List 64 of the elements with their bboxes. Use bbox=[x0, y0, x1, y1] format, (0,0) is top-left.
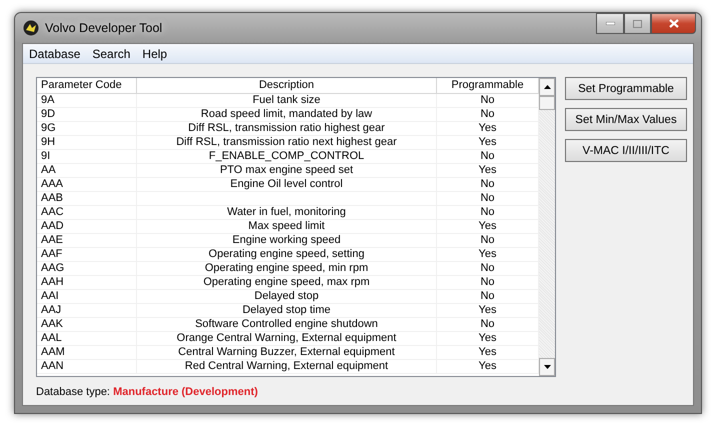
scroll-up-button[interactable] bbox=[539, 78, 555, 96]
table-cell: Delayed stop time bbox=[137, 304, 437, 317]
table-cell: AAA bbox=[37, 178, 137, 191]
table-cell: 9A bbox=[37, 94, 137, 107]
table-cell: AA bbox=[37, 164, 137, 177]
table-cell: Water in fuel, monitoring bbox=[137, 206, 437, 219]
table-cell: PTO max engine speed set bbox=[137, 164, 437, 177]
table-cell: AAJ bbox=[37, 304, 137, 317]
table-cell: Red Central Warning, External equipment bbox=[137, 360, 437, 373]
table-cell: 9D bbox=[37, 108, 137, 121]
table-cell: Fuel tank size bbox=[137, 94, 437, 107]
table-cell: AAH bbox=[37, 276, 137, 289]
table-cell: Delayed stop bbox=[137, 290, 437, 303]
table-cell: Operating engine speed, max rpm bbox=[137, 276, 437, 289]
table-cell: AAK bbox=[37, 318, 137, 331]
table-cell: F_ENABLE_COMP_CONTROL bbox=[137, 150, 437, 163]
table-cell: Diff RSL, transmission ratio next highest gear bbox=[137, 136, 437, 149]
minimize-icon bbox=[606, 22, 614, 25]
action-button[interactable]: Set Programmable bbox=[565, 77, 687, 100]
table-cell: AAE bbox=[37, 234, 137, 247]
table-cell: AAF bbox=[37, 248, 137, 261]
table-cell: Orange Central Warning, External equipment bbox=[137, 332, 437, 345]
table-cell: AAM bbox=[37, 346, 137, 359]
table-cell: 9I bbox=[37, 150, 137, 163]
action-button[interactable]: Set Min/Max Values bbox=[565, 108, 687, 131]
app-logo-icon bbox=[23, 20, 39, 36]
close-button[interactable] bbox=[651, 13, 696, 34]
down-arrow-icon[interactable] bbox=[544, 365, 550, 369]
maximize-button[interactable] bbox=[624, 13, 651, 34]
table-cell: AAL bbox=[37, 332, 137, 345]
maximize-icon bbox=[633, 20, 642, 28]
table-cell: Central Warning Buzzer, External equipment bbox=[137, 346, 437, 359]
scroll-down-button[interactable] bbox=[539, 358, 555, 376]
table-cell: AAN bbox=[37, 360, 137, 373]
scroll-thumb[interactable] bbox=[539, 96, 555, 110]
table-cell: AAB bbox=[37, 192, 137, 205]
column-header[interactable]: Description bbox=[137, 78, 437, 94]
table-cell: Diff RSL, transmission ratio highest gear bbox=[137, 122, 437, 135]
close-icon bbox=[668, 19, 678, 28]
table-cell: 9H bbox=[37, 136, 137, 149]
action-button[interactable]: V-MAC I/II/III/ITC bbox=[565, 139, 687, 162]
table-cell: AAC bbox=[37, 206, 137, 219]
table-cell: AAD bbox=[37, 220, 137, 233]
up-arrow-icon[interactable] bbox=[544, 85, 550, 89]
menu-item[interactable]: Database bbox=[23, 46, 86, 60]
window-title: Volvo Developer Tool bbox=[45, 21, 164, 35]
table-cell: AAI bbox=[37, 290, 137, 303]
table-cell: 9G bbox=[37, 122, 137, 135]
table-cell: Road speed limit, mandated by law bbox=[137, 108, 437, 121]
minimize-button[interactable] bbox=[596, 13, 624, 34]
table-cell: Software Controlled engine shutdown bbox=[137, 318, 437, 331]
column-header[interactable]: Programmable bbox=[437, 78, 539, 94]
table-cell: Operating engine speed, setting bbox=[137, 248, 437, 261]
table-cell: Operating engine speed, min rpm bbox=[137, 262, 437, 275]
table-cell: Engine working speed bbox=[137, 234, 437, 247]
status-label: Database type: bbox=[36, 386, 111, 398]
table-cell: AAG bbox=[37, 262, 137, 275]
menu-item[interactable]: Help bbox=[136, 46, 174, 60]
scrollbar[interactable] bbox=[539, 78, 555, 376]
column-header[interactable]: Parameter Code bbox=[37, 78, 137, 94]
table-cell: Engine Oil level control bbox=[137, 178, 437, 191]
table-cell: Max speed limit bbox=[137, 220, 437, 233]
menu-item[interactable]: Search bbox=[86, 46, 136, 60]
database-type-value: Manufacture (Development) bbox=[113, 386, 258, 398]
